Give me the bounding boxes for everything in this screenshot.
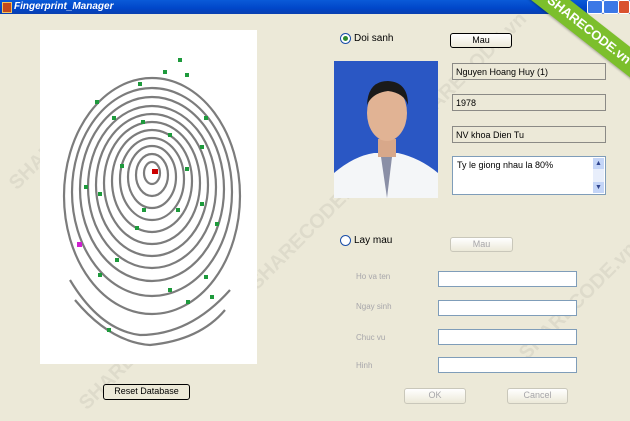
name-label: Ho va ten xyxy=(356,272,391,281)
vertical-scrollbar[interactable]: ▲ ▼ xyxy=(593,158,604,193)
person-photo xyxy=(334,61,438,198)
close-button[interactable] xyxy=(618,0,630,14)
scroll-down-icon[interactable]: ▼ xyxy=(593,182,604,193)
window-title: Fingerprint_Manager xyxy=(14,1,114,12)
compare-radio[interactable]: Doi sanh xyxy=(340,33,393,44)
maximize-button[interactable] xyxy=(603,0,619,14)
position-display: NV khoa Dien Tu xyxy=(452,126,606,143)
delta-point xyxy=(77,242,82,247)
similarity-textbox[interactable]: Ty le giong nhau la 80% ▲ ▼ xyxy=(452,156,606,195)
dob-input[interactable] xyxy=(438,300,577,316)
minimize-button[interactable] xyxy=(587,0,603,14)
similarity-text: Ty le giong nhau la 80% xyxy=(457,160,554,170)
compare-radio-label: Doi sanh xyxy=(354,33,394,44)
fingerprint-image xyxy=(40,30,257,364)
cancel-button[interactable]: Cancel xyxy=(507,388,568,404)
app-icon xyxy=(2,2,12,13)
sample-mau-button[interactable]: Mau xyxy=(450,237,513,252)
image-label: Hinh xyxy=(356,361,373,370)
radio-unchecked-icon xyxy=(340,235,351,246)
position-label: Chuc vu xyxy=(356,333,386,342)
ok-button[interactable]: OK xyxy=(404,388,466,404)
image-input[interactable] xyxy=(438,357,577,373)
sample-radio-label: Lay mau xyxy=(354,235,393,246)
reset-database-button[interactable]: Reset Database xyxy=(103,384,190,400)
compare-mau-button[interactable]: Mau xyxy=(450,33,512,48)
radio-checked-icon xyxy=(340,33,351,44)
sample-radio[interactable]: Lay mau xyxy=(340,235,392,246)
dob-label: Ngay sinh xyxy=(356,302,392,311)
position-input[interactable] xyxy=(438,329,577,345)
year-display: 1978 xyxy=(452,94,606,111)
scroll-up-icon[interactable]: ▲ xyxy=(593,158,604,169)
core-point xyxy=(152,169,158,174)
name-input[interactable] xyxy=(438,271,577,287)
name-display: Nguyen Hoang Huy (1) xyxy=(452,63,606,80)
